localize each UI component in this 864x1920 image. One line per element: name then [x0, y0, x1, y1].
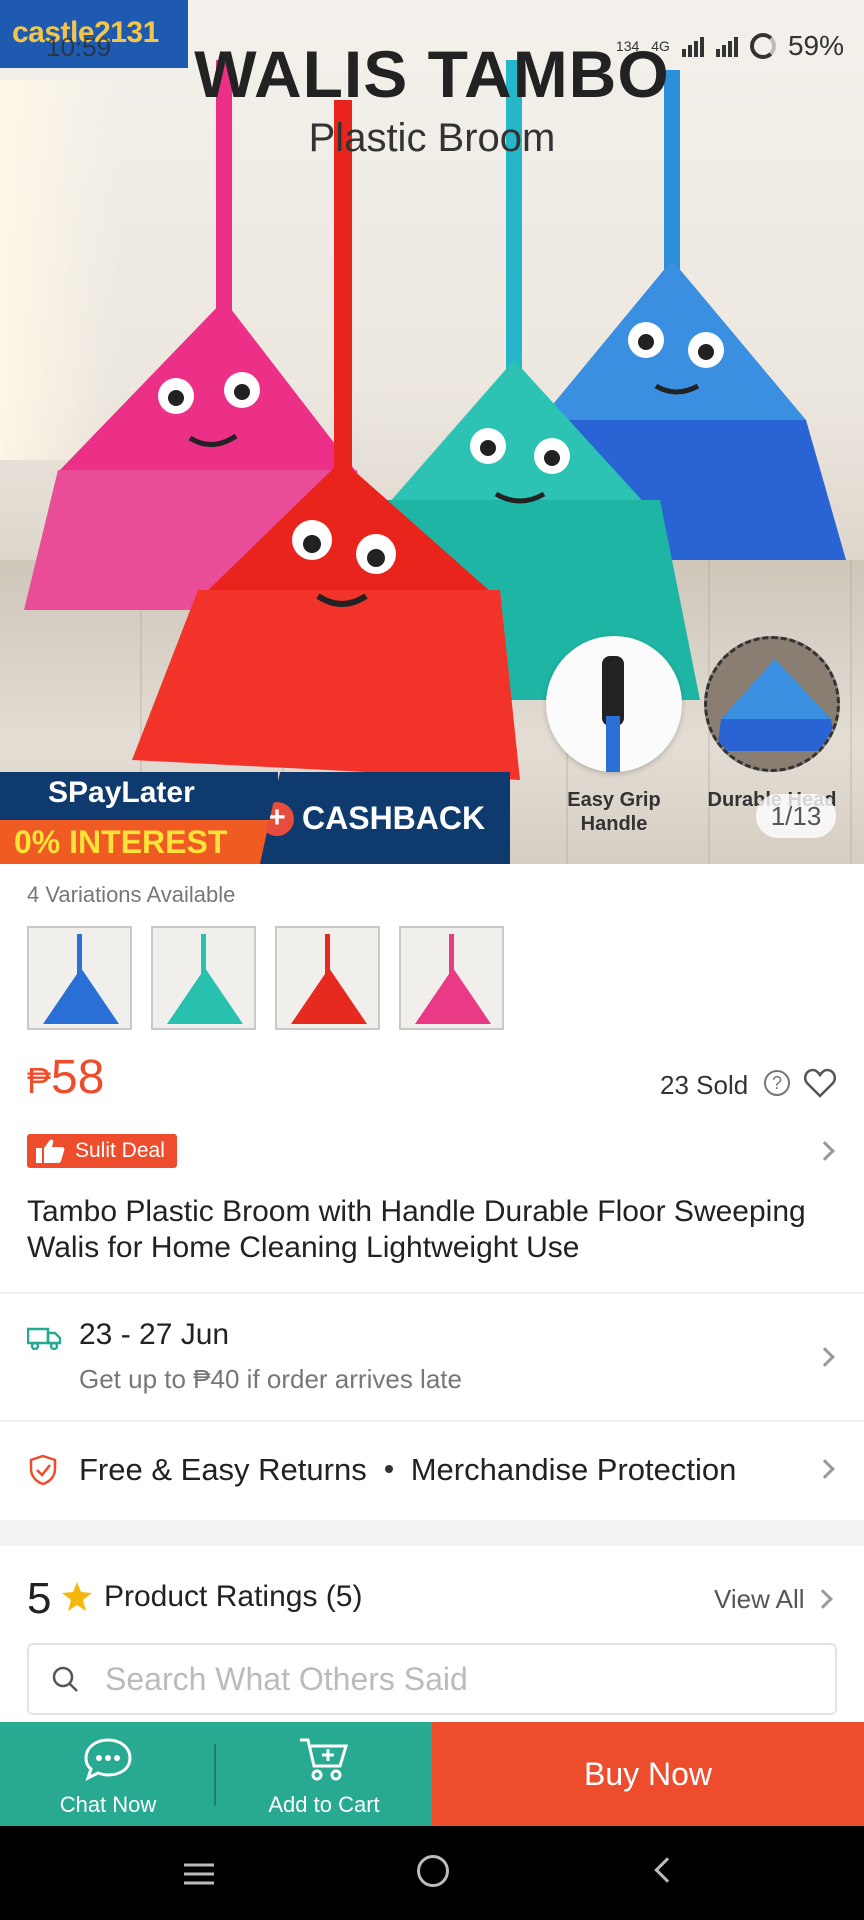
variant-thumbnail-pink[interactable] — [399, 926, 504, 1030]
feature-grip-label: Easy Grip Handle — [567, 789, 661, 835]
hero-subtitle: Plastic Broom — [308, 116, 556, 160]
help-icon[interactable]: ? — [764, 1070, 790, 1096]
divider — [0, 1420, 864, 1422]
returns-protection[interactable]: Free & Easy Returns Merchandise Protectio… — [79, 1452, 736, 1488]
rating-score: 5 — [27, 1574, 52, 1623]
bottom-action-bar: Chat Now Add to Cart Buy Now — [0, 1722, 864, 1826]
home-icon[interactable] — [417, 1855, 449, 1887]
product-title: Tambo Plastic Broom with Handle Durable … — [27, 1195, 806, 1264]
back-icon[interactable] — [654, 1857, 680, 1883]
system-navigation-bar — [0, 1826, 864, 1920]
ratings-label: Product Ratings (5) — [104, 1580, 363, 1613]
add-to-cart-label: Add to Cart — [268, 1792, 380, 1817]
variant-selector — [27, 926, 504, 1030]
blue-broom-head — [43, 968, 119, 1024]
deal-badge-label: Sulit Deal — [75, 1139, 165, 1162]
view-all-link[interactable]: View All — [714, 1584, 805, 1615]
shield-check-icon — [29, 1454, 57, 1486]
cart-icon — [300, 1738, 349, 1781]
truck-icon — [27, 1327, 61, 1350]
durable-head-thumbnail — [704, 636, 840, 772]
variant-thumbnail-teal[interactable] — [151, 926, 256, 1030]
chevron-right-icon[interactable] — [813, 1589, 833, 1609]
variations-label: 4 Variations Available — [27, 882, 236, 907]
returns-label: Free & Easy Returns — [79, 1452, 367, 1487]
protection-label: Merchandise Protection — [410, 1452, 737, 1487]
sulit-deal-badge[interactable]: Sulit Deal — [27, 1134, 177, 1168]
chevron-right-icon[interactable] — [815, 1459, 835, 1479]
product-image-carousel[interactable]: castle2131 10:59 134 4G 59% WALIS TAMBO … — [0, 0, 864, 864]
divider — [0, 1292, 864, 1294]
interest-label: 0% INTEREST — [0, 820, 278, 864]
paylater-promo: SPayLater 0% INTEREST — [0, 772, 278, 864]
hero-title: WALIS TAMBO — [194, 37, 670, 111]
price-value: 58 — [51, 1051, 105, 1104]
image-counter: 1/13 — [756, 794, 836, 838]
teal-broom-head — [167, 968, 243, 1024]
paylater-label: SPayLater — [48, 776, 195, 809]
cashback-promo: + CASHBACK — [260, 772, 510, 864]
sold-count: 23 Sold — [660, 1070, 749, 1100]
review-search-input[interactable]: Search What Others Said — [27, 1643, 837, 1715]
currency-symbol: ₱ — [27, 1060, 52, 1101]
search-placeholder: Search What Others Said — [105, 1661, 468, 1697]
recent-apps-icon[interactable] — [182, 1862, 216, 1886]
chat-now-label: Chat Now — [59, 1792, 157, 1817]
chevron-right-icon[interactable] — [815, 1141, 835, 1161]
variant-thumbnail-blue[interactable] — [27, 926, 132, 1030]
thumbs-up-icon — [36, 1139, 65, 1163]
handle-icon — [602, 656, 624, 772]
star-icon — [62, 1582, 92, 1611]
pink-broom-head — [415, 968, 491, 1024]
add-to-cart-button[interactable]: Add to Cart — [216, 1722, 432, 1826]
chat-icon — [84, 1738, 132, 1781]
buy-now-button[interactable]: Buy Now — [432, 1722, 864, 1826]
variant-thumbnail-red[interactable] — [275, 926, 380, 1030]
grip-handle-thumbnail — [546, 636, 682, 772]
heart-icon[interactable] — [804, 1068, 836, 1098]
section-divider — [0, 1520, 864, 1546]
chevron-right-icon[interactable] — [815, 1347, 835, 1367]
search-icon — [52, 1666, 78, 1692]
cashback-label: CASHBACK — [302, 800, 486, 836]
broom-head-icon — [717, 659, 837, 751]
chat-now-button[interactable]: Chat Now — [0, 1722, 216, 1826]
separator-dot — [384, 1464, 393, 1473]
red-broom-head — [291, 968, 367, 1024]
late-delivery-note: Get up to ₱40 if order arrives late — [79, 1364, 462, 1394]
product-price: ₱58 — [27, 1050, 104, 1105]
delivery-date[interactable]: 23 - 27 Jun — [79, 1318, 229, 1352]
